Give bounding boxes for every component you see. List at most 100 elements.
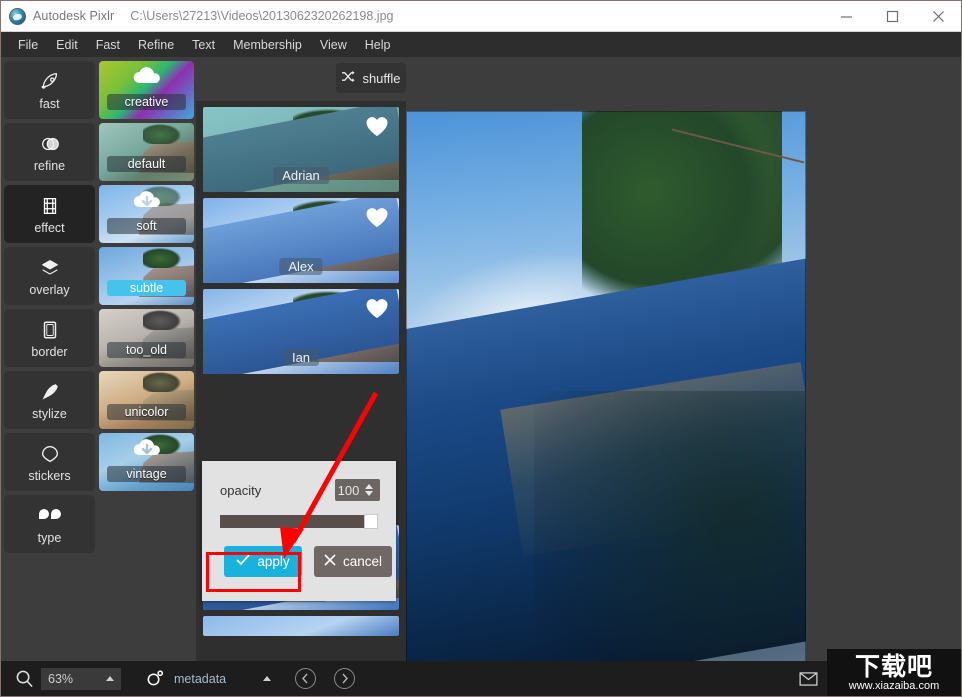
stepper-arrows-icon[interactable] [362, 484, 376, 496]
metadata-group[interactable]: metadata [145, 669, 272, 689]
check-icon [236, 554, 251, 569]
category-label: unicolor [107, 404, 186, 420]
download-icon [130, 437, 164, 461]
tool-label: effect [34, 220, 65, 235]
rocket-icon [39, 70, 61, 94]
caret-up-icon[interactable] [263, 676, 272, 681]
opacity-value: 100 [337, 482, 360, 498]
tool-label: stickers [28, 468, 71, 483]
quote-marks-icon [37, 504, 63, 528]
watermark-url: www.xiazaiba.com [848, 679, 940, 692]
opacity-actions: apply cancel [202, 528, 396, 577]
category-vintage[interactable]: vintage [99, 433, 194, 491]
document-path: C:\Users\27213\Videos\2013062320262198.j… [130, 9, 394, 23]
category-creative[interactable]: creative [99, 61, 194, 119]
tool-border[interactable]: border [4, 309, 95, 367]
cancel-button[interactable]: cancel [314, 546, 392, 577]
menu-item-fast[interactable]: Fast [87, 34, 129, 56]
frame-icon [39, 318, 61, 342]
window-controls [823, 1, 961, 31]
shuffle-button[interactable]: shuffle [336, 63, 406, 93]
x-icon [324, 554, 336, 569]
category-label: subtle [107, 280, 186, 296]
tool-stickers[interactable]: stickers [4, 433, 95, 491]
menu-item-text[interactable]: Text [183, 34, 224, 56]
cancel-label: cancel [342, 554, 383, 569]
pixlr-window: Autodesk Pixlr C:\Users\27213\Videos\201… [0, 0, 962, 697]
menu-item-help[interactable]: Help [356, 34, 400, 56]
preset-item[interactable]: Adrian [203, 107, 399, 192]
opacity-slider-handle[interactable] [364, 514, 378, 529]
tool-label: overlay [29, 282, 70, 297]
menu-item-view[interactable]: View [311, 34, 356, 56]
heart-icon[interactable] [364, 296, 390, 320]
shuffle-arrows-icon [341, 70, 356, 86]
preset-item[interactable]: Alex [203, 198, 399, 283]
menu-item-membership[interactable]: Membership [224, 34, 311, 56]
zoom-level-select[interactable]: 63% [41, 667, 121, 690]
heart-icon[interactable] [364, 114, 390, 138]
maximize-icon[interactable] [869, 1, 915, 31]
preset-item[interactable]: Ian [203, 289, 399, 374]
category-label: too_old [107, 342, 186, 358]
mail-icon[interactable] [798, 669, 818, 689]
apply-label: apply [257, 554, 290, 569]
overlapping-circles-icon [39, 132, 61, 156]
layers-icon [39, 256, 61, 280]
film-strip-icon [39, 194, 61, 218]
status-left-group: 63% metadata [1, 667, 356, 690]
category-column: creative default soft subtle too_old uni… [98, 57, 196, 661]
tool-label: border [31, 344, 68, 359]
magnifier-icon[interactable] [13, 668, 35, 690]
next-image-button[interactable] [334, 668, 356, 689]
aperture-icon [145, 669, 165, 689]
watermark-text: 下载吧 [854, 651, 933, 681]
tool-fast[interactable]: fast [4, 61, 95, 119]
preset-label: Adrian [273, 167, 329, 184]
minimize-icon[interactable] [823, 1, 869, 31]
tool-overlay[interactable]: overlay [4, 247, 95, 305]
menu-item-refine[interactable]: Refine [129, 34, 183, 56]
workspace: fast refine effect overlay border styliz… [1, 57, 961, 661]
menu-item-file[interactable]: File [9, 34, 47, 56]
preset-item-partial[interactable] [203, 616, 399, 636]
opacity-slider[interactable] [220, 514, 378, 529]
caret-up-icon [106, 676, 114, 681]
menu-item-edit[interactable]: Edit [47, 34, 87, 56]
category-label: creative [107, 94, 186, 110]
tool-stylize[interactable]: stylize [4, 371, 95, 429]
category-soft[interactable]: soft [99, 185, 194, 243]
site-watermark: 下载吧 www.xiazaiba.com [827, 649, 961, 696]
tool-label: stylize [32, 406, 67, 421]
opacity-panel: opacity 100 apply cancel [202, 461, 396, 601]
status-bar: 63% metadata [1, 661, 961, 696]
zoom-level-value: 63% [48, 671, 74, 686]
preset-label: Alex [279, 258, 323, 275]
shuffle-label: shuffle [362, 70, 401, 86]
download-icon [130, 189, 164, 213]
download-icon [130, 65, 164, 89]
tool-effect[interactable]: effect [4, 185, 95, 243]
opacity-label: opacity [220, 482, 262, 498]
heart-icon[interactable] [364, 205, 390, 229]
tool-label: type [37, 530, 62, 545]
apply-button[interactable]: apply [224, 546, 302, 577]
category-too-old[interactable]: too_old [99, 309, 194, 367]
category-subtle[interactable]: subtle [99, 247, 194, 305]
tool-refine[interactable]: refine [4, 123, 95, 181]
thumbnail-art [99, 371, 194, 429]
menu-bar: File Edit Fast Refine Text Membership Vi… [1, 32, 961, 57]
close-icon[interactable] [915, 1, 961, 31]
opacity-stepper[interactable]: 100 [335, 479, 380, 501]
tool-label: fast [39, 96, 60, 111]
image-canvas[interactable] [406, 111, 806, 661]
tool-rail: fast refine effect overlay border styliz… [1, 57, 98, 661]
tool-type[interactable]: type [4, 495, 95, 553]
category-unicolor[interactable]: unicolor [99, 371, 194, 429]
prev-image-button[interactable] [295, 668, 317, 689]
thumbnail-art [203, 616, 399, 636]
thumbnail-art [99, 309, 194, 367]
category-default[interactable]: default [99, 123, 194, 181]
app-title: Autodesk Pixlr [33, 9, 115, 23]
feather-icon [39, 380, 61, 404]
